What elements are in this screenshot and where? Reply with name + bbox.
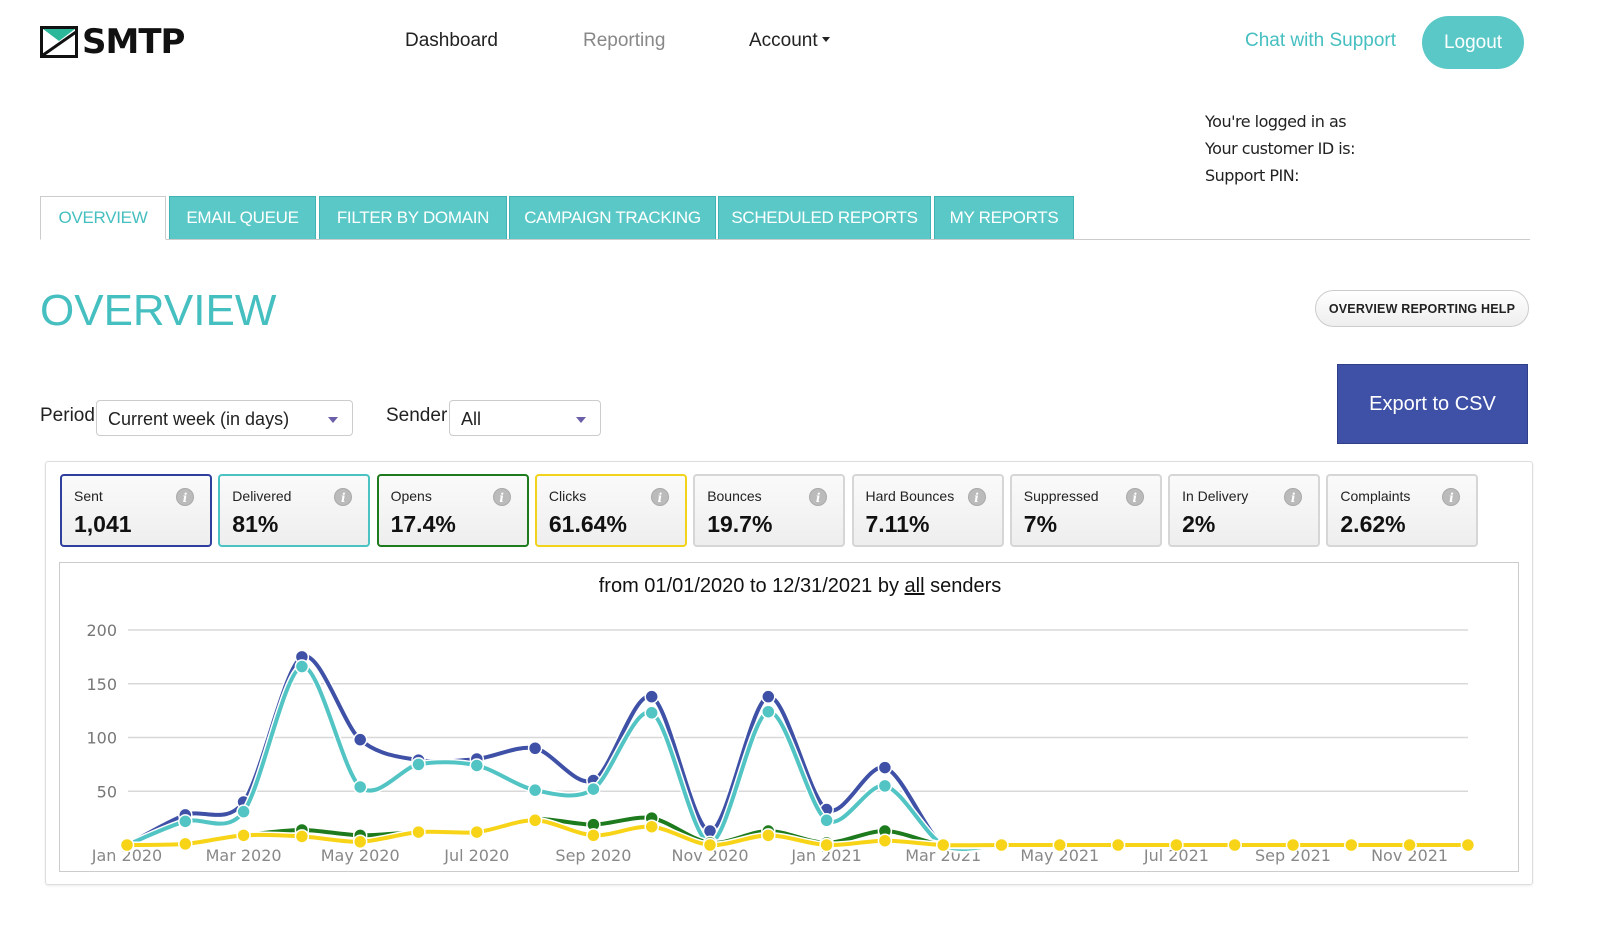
stat-card-opens[interactable]: Opens i 17.4% <box>376 474 529 547</box>
info-icon[interactable]: i <box>176 488 194 506</box>
stat-card-hard-bounces[interactable]: Hard Bounces i 7.11% <box>851 474 1004 547</box>
stat-value: 7% <box>1023 511 1058 537</box>
tab-scheduled-reports[interactable]: SCHEDULED REPORTS <box>718 196 931 239</box>
stat-value: 2.62% <box>1340 511 1406 537</box>
stat-card-complaints[interactable]: Complaints i 2.62% <box>1326 474 1479 547</box>
chart-container <box>59 562 1519 872</box>
nav-reporting[interactable]: Reporting <box>583 30 665 52</box>
caret-down-icon <box>821 36 830 42</box>
stat-value: 19.7% <box>707 511 773 537</box>
info-icon[interactable]: i <box>650 488 669 506</box>
logged-in-as-text: You're logged in as <box>1205 112 1347 131</box>
info-icon[interactable]: i <box>492 488 511 506</box>
stat-card-delivered[interactable]: Delivered i 81% <box>218 474 371 547</box>
stat-label: Delivered <box>232 488 292 504</box>
stat-value: 17.4% <box>390 511 456 537</box>
logout-button[interactable]: Logout <box>1422 16 1524 69</box>
chart-title-prefix: from 01/01/2020 to 12/31/2021 by <box>598 575 905 597</box>
info-icon[interactable]: i <box>967 488 986 506</box>
stat-value: 1,041 <box>74 511 132 537</box>
stat-label: Complaints <box>1340 488 1411 504</box>
stat-card-bounces[interactable]: Bounces i 19.7% <box>693 474 846 547</box>
stat-card-suppressed[interactable]: Suppressed i 7% <box>1009 474 1162 547</box>
stat-label: Clicks <box>548 488 587 504</box>
support-pin-text: Support PIN: <box>1205 166 1300 185</box>
info-icon[interactable]: i <box>1125 488 1144 506</box>
stat-value: 61.64% <box>548 511 627 537</box>
chart-title: from 01/01/2020 to 12/31/2021 by all sen… <box>0 575 1600 598</box>
overview-reporting-help-button[interactable]: OVERVIEW REPORTING HELP <box>1315 290 1529 327</box>
info-icon[interactable]: i <box>809 488 828 506</box>
chevron-down-icon <box>576 417 586 423</box>
tab-filter-by-domain[interactable]: FILTER BY DOMAIN <box>319 196 507 239</box>
chat-with-support-link[interactable]: Chat with Support <box>1245 30 1396 52</box>
period-select-value: Current week (in days) <box>108 409 290 429</box>
info-icon[interactable]: i <box>1284 488 1303 506</box>
stat-label: Opens <box>390 488 432 504</box>
tab-my-reports[interactable]: MY REPORTS <box>934 196 1074 239</box>
brand-name: SMTP <box>82 22 185 62</box>
period-label: Period <box>40 405 95 426</box>
stat-label: Bounces <box>707 488 762 504</box>
period-select[interactable]: Current week (in days) <box>96 400 353 436</box>
sender-select[interactable]: All <box>449 400 601 436</box>
all-senders-link[interactable]: all <box>905 575 925 597</box>
export-csv-button[interactable]: Export to CSV <box>1337 364 1528 444</box>
stat-value: 2% <box>1182 511 1216 537</box>
sender-select-value: All <box>461 409 482 429</box>
chevron-down-icon <box>328 417 338 423</box>
sender-label: Sender <box>386 405 448 426</box>
tab-email-queue[interactable]: EMAIL QUEUE <box>169 196 316 239</box>
nav-account-dropdown[interactable]: Account <box>749 30 830 52</box>
stat-value: 7.11% <box>865 511 930 537</box>
info-icon[interactable]: i <box>334 488 353 506</box>
stat-value: 81% <box>232 511 279 537</box>
report-tabs: OVERVIEW EMAIL QUEUE FILTER BY DOMAIN CA… <box>40 196 1530 240</box>
brand-logo[interactable]: SMTP <box>40 22 185 62</box>
page-title: OVERVIEW <box>40 286 277 335</box>
stat-card-in-delivery[interactable]: In Delivery i 2% <box>1168 474 1321 547</box>
user-info: You're logged in as Your customer ID is:… <box>1205 108 1355 189</box>
stat-label: In Delivery <box>1182 488 1249 504</box>
stat-card-clicks[interactable]: Clicks i 61.64% <box>534 474 687 547</box>
chart-title-suffix: senders <box>924 575 1002 597</box>
stat-card-sent[interactable]: Sent i 1,041 <box>60 474 212 547</box>
info-icon[interactable]: i <box>1442 488 1461 506</box>
stat-label: Suppressed <box>1023 488 1099 504</box>
customer-id-text: Your customer ID is: <box>1205 139 1355 158</box>
stat-label: Sent <box>74 488 103 504</box>
stat-label: Hard Bounces <box>865 488 955 504</box>
nav-dashboard[interactable]: Dashboard <box>405 30 498 52</box>
tab-campaign-tracking[interactable]: CAMPAIGN TRACKING <box>509 196 716 239</box>
nav-account-label: Account <box>749 30 818 51</box>
envelope-logo-icon <box>40 26 78 58</box>
tab-overview[interactable]: OVERVIEW <box>40 196 166 240</box>
